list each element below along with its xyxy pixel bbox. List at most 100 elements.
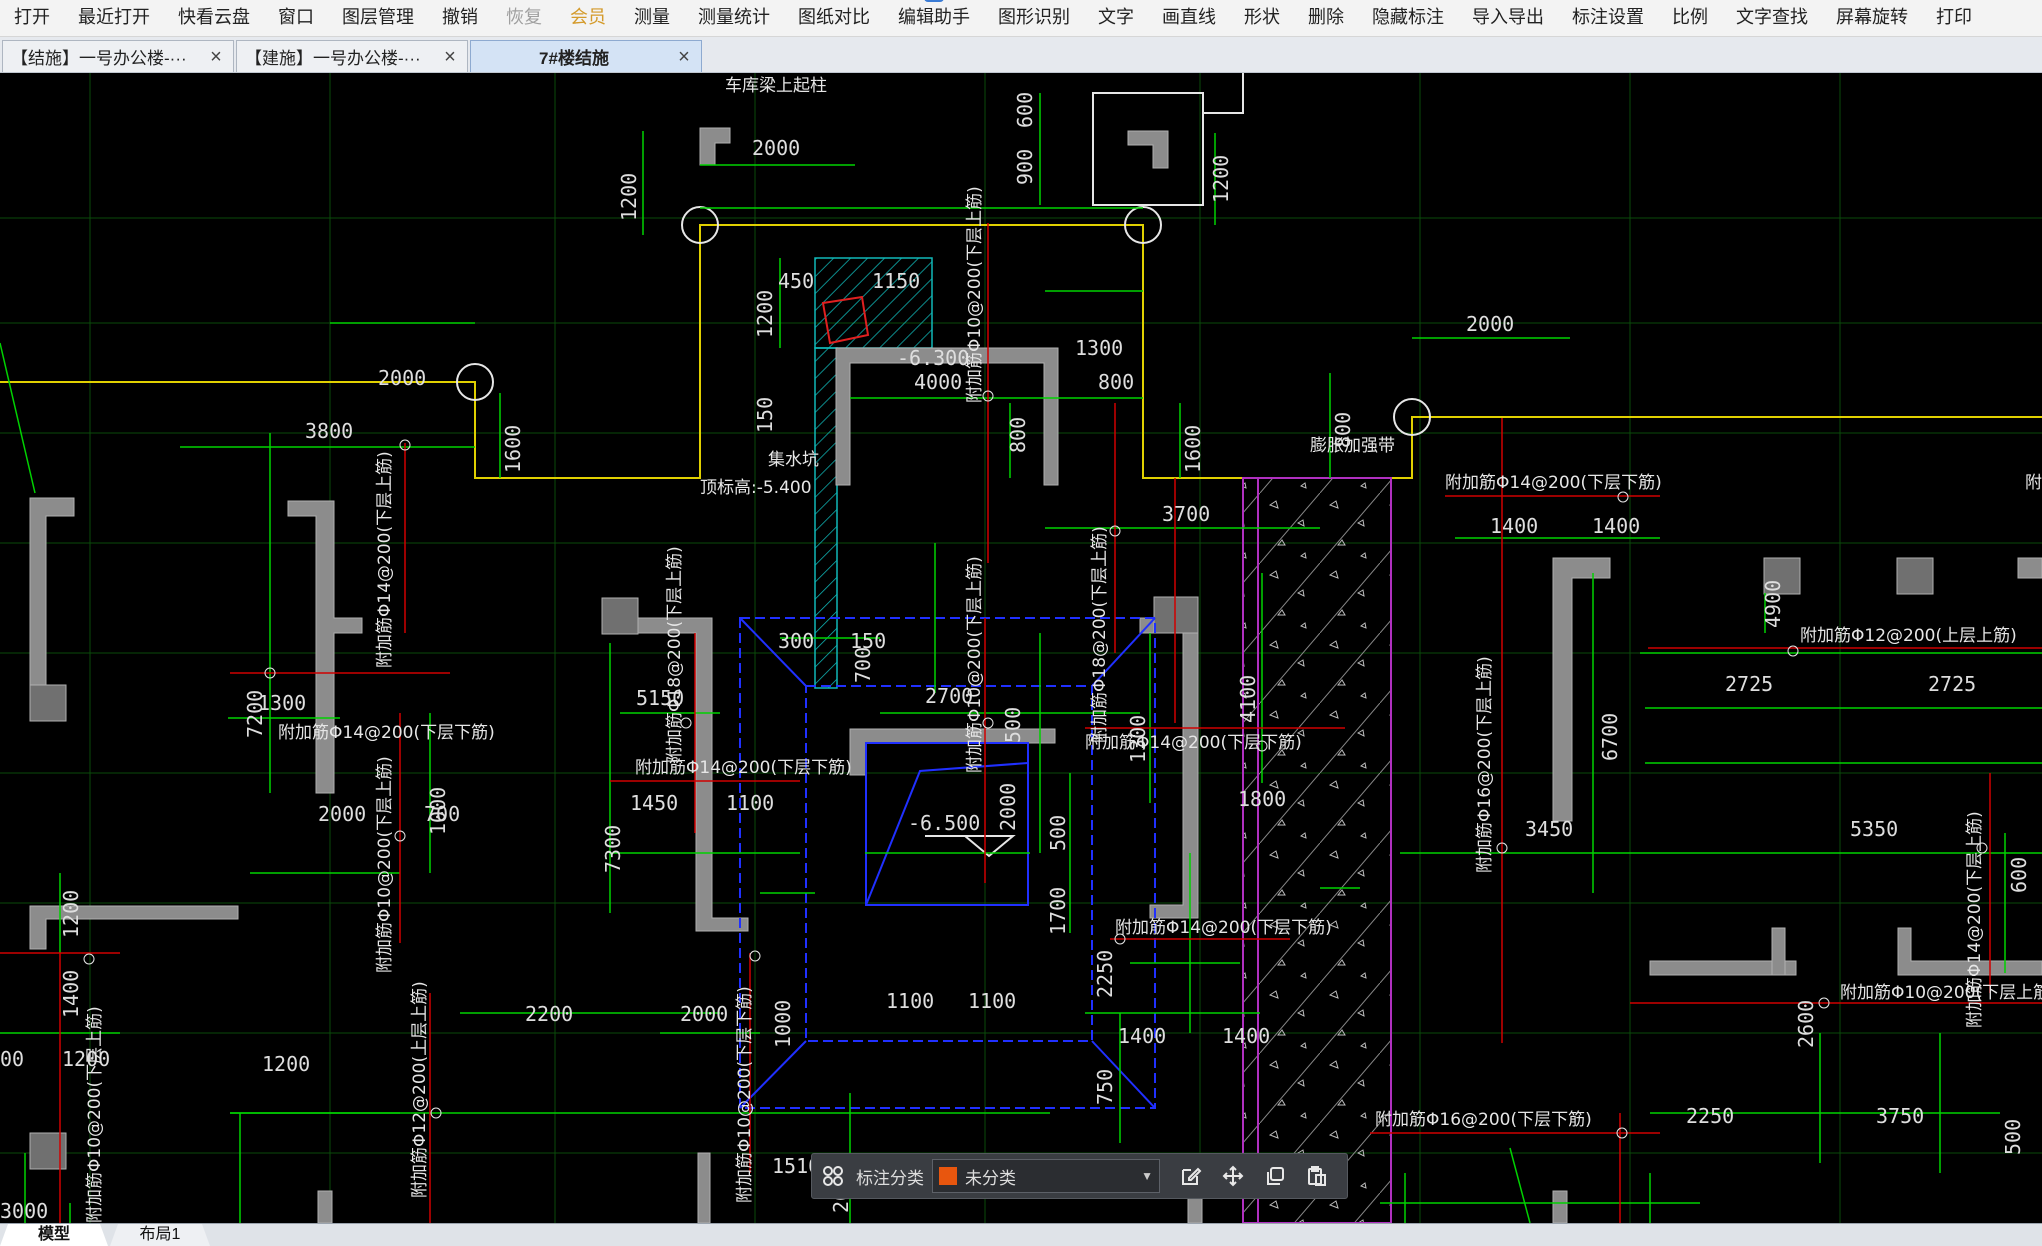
move-icon[interactable] bbox=[1216, 1159, 1250, 1193]
dim-text: 2725 bbox=[1928, 672, 1976, 696]
dimension-texts: 2000 1200 450 1150 600 900 1200 1300 200… bbox=[0, 92, 2031, 1223]
tab-structure-drawing[interactable]: 【结施】一号办公楼-··· × bbox=[2, 40, 234, 72]
toolbar-item[interactable]: 图层管理 bbox=[328, 0, 428, 36]
toolbar-item[interactable]: 图纸对比 bbox=[784, 0, 884, 36]
toolbar-item[interactable]: 隐藏标注 bbox=[1358, 0, 1458, 36]
dim-text: 600 bbox=[1013, 92, 1037, 128]
toolbar-item-label: 会员 bbox=[570, 7, 606, 27]
dim-text: 2000 bbox=[752, 136, 800, 160]
dim-text: 3000 bbox=[0, 1199, 48, 1223]
dim-text: 600 bbox=[2007, 857, 2031, 893]
toolbar-item[interactable]: 画直线 bbox=[1148, 0, 1230, 36]
dim-text: 800 bbox=[1098, 370, 1134, 394]
tab-label: 【结施】一号办公楼-··· bbox=[11, 49, 187, 68]
dim-text: 1100 bbox=[968, 989, 1016, 1013]
toolbar-item[interactable]: 图形识别 bbox=[984, 0, 1084, 36]
column-markers bbox=[456, 206, 1431, 436]
toolbar-item[interactable]: 屏幕旋转 bbox=[1822, 0, 1922, 36]
dim-text: 3750 bbox=[1876, 1104, 1924, 1128]
dim-text: 4900 bbox=[1761, 580, 1785, 628]
dim-text: 1400 bbox=[1222, 1024, 1270, 1048]
dim-text: 2725 bbox=[1725, 672, 1773, 696]
dim-text: 1400 bbox=[1592, 514, 1640, 538]
dim-text: 2000 bbox=[318, 802, 366, 826]
category-selected-value: 未分类 bbox=[965, 1168, 1016, 1188]
note-text: 附加筋Φ14@200(下层下筋) bbox=[278, 723, 495, 743]
note-text: 附加筋Φ18@200(下层上筋) bbox=[665, 546, 685, 763]
close-icon[interactable]: × bbox=[441, 47, 459, 67]
dim-text: 3450 bbox=[1525, 817, 1573, 841]
close-icon[interactable]: × bbox=[675, 47, 693, 67]
layout-tab-bar: 模型 布局1 bbox=[0, 1223, 2042, 1246]
dim-text: 1400 bbox=[59, 970, 83, 1018]
grid-icon[interactable] bbox=[816, 1159, 850, 1193]
note-text: 附加筋Φ16@200(下层上筋) bbox=[1475, 656, 1495, 873]
toolbar-item-label: 打印 bbox=[1936, 7, 1972, 27]
note-text: 附加筋Φ10@200(下层下筋) bbox=[735, 986, 755, 1203]
toolbar-item[interactable]: 标注设置 bbox=[1558, 0, 1658, 36]
toolbar-item[interactable]: 撤销 bbox=[428, 0, 492, 36]
tab-model[interactable]: 模型 bbox=[0, 1224, 108, 1246]
dim-text: 2250 bbox=[1686, 1104, 1734, 1128]
paste-icon[interactable] bbox=[1300, 1159, 1334, 1193]
dim-text: 1300 bbox=[258, 691, 306, 715]
edit-icon[interactable] bbox=[1174, 1159, 1208, 1193]
toolbar-item[interactable]: 会员 bbox=[556, 0, 620, 36]
dim-text: -6.300 bbox=[897, 346, 969, 370]
tab-layout1[interactable]: 布局1 bbox=[110, 1224, 210, 1246]
close-icon[interactable]: × bbox=[207, 47, 225, 67]
dim-text: 2600 bbox=[1794, 1000, 1818, 1048]
document-tabs: 【结施】一号办公楼-··· × 【建施】一号办公楼-··· × 7#楼结施 × bbox=[0, 37, 2042, 73]
toolbar-item[interactable]: 打印 bbox=[1922, 0, 1986, 36]
dim-text: 7300 bbox=[601, 825, 625, 873]
tab-building7-structure[interactable]: 7#楼结施 × bbox=[470, 40, 702, 72]
toolbar-item[interactable]: 文字查找 bbox=[1722, 0, 1822, 36]
toolbar-item-label: 撤销 bbox=[442, 7, 478, 27]
toolbar-item[interactable]: 窗口 bbox=[264, 0, 328, 36]
copy-icon[interactable] bbox=[1258, 1159, 1292, 1193]
drawing-canvas[interactable]: 2000 1200 450 1150 600 900 1200 1300 200… bbox=[0, 73, 2042, 1223]
note-text: 附加筋Φ14@200(下层下筋) bbox=[1115, 918, 1332, 938]
dim-text: 500 bbox=[2001, 1119, 2025, 1155]
category-color-swatch bbox=[939, 1167, 957, 1185]
toolbar-item[interactable]: 编辑助手 bbox=[884, 0, 984, 36]
toolbar-item-label: 测量统计 bbox=[698, 7, 770, 27]
tab-architecture-drawing[interactable]: 【建施】一号办公楼-··· × bbox=[236, 40, 468, 72]
dim-text: 2000 bbox=[680, 1002, 728, 1026]
dim-text: 4000 bbox=[914, 370, 962, 394]
dim-text: 1800 bbox=[1238, 787, 1286, 811]
dim-text: 1100 bbox=[726, 791, 774, 815]
note-text: 顶标高:-5.400 bbox=[700, 478, 812, 498]
dim-text: 1200 bbox=[753, 290, 777, 338]
note-text: 附加筋Φ14@200(下层下筋) bbox=[635, 758, 852, 778]
toolbar-item-label: 测量 bbox=[634, 7, 670, 27]
toolbar-item[interactable]: 形状 bbox=[1230, 0, 1294, 36]
expansion-band bbox=[1242, 477, 1392, 1223]
dim-text: 450 bbox=[778, 269, 814, 293]
toolbar-item[interactable]: 导入导出 bbox=[1458, 0, 1558, 36]
toolbar-item[interactable]: 删除 bbox=[1294, 0, 1358, 36]
toolbar-item[interactable]: 测量 bbox=[620, 0, 684, 36]
dim-text: 1450 bbox=[630, 791, 678, 815]
note-text: 附 bbox=[2025, 473, 2042, 493]
toolbar-item[interactable]: 比例 bbox=[1658, 0, 1722, 36]
note-text: 附加筋Φ10@200(下层上筋) bbox=[965, 186, 985, 403]
dim-text: 1150 bbox=[872, 269, 920, 293]
toolbar-item[interactable]: 打开 bbox=[0, 0, 64, 36]
toolbar-item[interactable]: 测量统计 bbox=[684, 0, 784, 36]
toolbar-item[interactable]: 最近打开 bbox=[64, 0, 164, 36]
toolbar-item[interactable]: 文字 bbox=[1084, 0, 1148, 36]
note-text: 附加筋Φ14@200(下层下筋) bbox=[1085, 733, 1302, 753]
dim-text: 5350 bbox=[1850, 817, 1898, 841]
toolbar-item[interactable]: 快看云盘 bbox=[164, 0, 264, 36]
toolbar-item-label: 比例 bbox=[1672, 7, 1708, 27]
category-select[interactable]: 未分类 ▼ bbox=[932, 1159, 1160, 1193]
toolbar-item[interactable]: 恢复 bbox=[492, 0, 556, 36]
note-text: 膨胀加强带 bbox=[1310, 436, 1395, 456]
toolbar-item-label: 窗口 bbox=[278, 7, 314, 27]
toolbar-item-label: 导入导出 bbox=[1472, 7, 1544, 27]
dim-text: 700 bbox=[851, 647, 875, 683]
new-badge-icon bbox=[924, 0, 944, 2]
dim-text: 2000 bbox=[1466, 312, 1514, 336]
dim-text: 1700 bbox=[1046, 887, 1070, 935]
